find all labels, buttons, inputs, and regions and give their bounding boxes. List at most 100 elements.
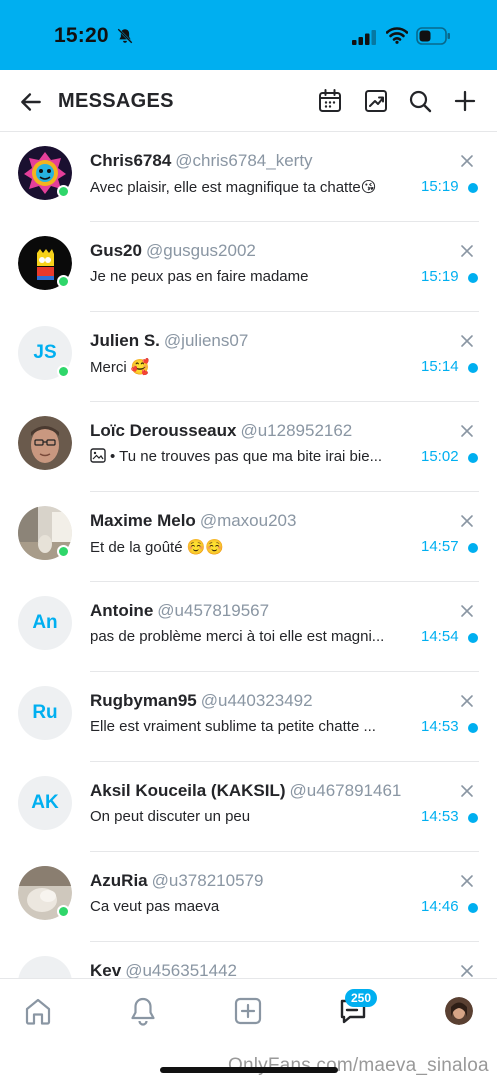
conversation-row[interactable]: Loïc Derousseaux @u128952162 • Tu ne trou… [0,402,497,492]
message-time: 15:02 [421,448,459,465]
statistics-chart-icon[interactable] [362,87,390,115]
message-preview: Merci 🥰 [90,359,150,376]
bell-off-icon [117,28,133,44]
add-post-icon[interactable] [232,995,264,1027]
online-indicator [57,185,70,198]
conversation-row[interactable]: AzuRia @u378210579 Ca veut pas maeva 14:4… [0,852,497,942]
unread-indicator [468,903,478,913]
name-line: AzuRia @u378210579 [90,871,450,891]
message-preview: Elle est vraiment sublime ta petite chat… [90,718,376,735]
home-indicator [160,1067,338,1073]
close-icon[interactable] [459,693,475,709]
message-time: 15:14 [421,358,459,375]
contact-handle: @u440323492 [200,691,313,710]
name-line: Aksil Kouceila (KAKSIL) @u467891461 [90,781,450,801]
message-preview: On peut discuter un peu [90,808,251,825]
contact-handle: @u378210579 [151,871,264,890]
page-title: MESSAGES [58,90,174,112]
name-line: Kev @u456351442 [90,961,450,978]
wifi-icon [386,27,408,44]
message-preview: Avec plaisir, elle est magnifique ta cha… [90,179,377,196]
notifications-bell-icon[interactable] [127,995,159,1027]
message-time: 14:53 [421,808,459,825]
message-preview: pas de problème merci à toi elle est mag… [90,628,385,645]
watermark: OnlyFans.com/maeva_sinaloa [228,1055,489,1076]
contact-name: Aksil Kouceila (KAKSIL) [90,781,286,800]
close-icon[interactable] [459,153,475,169]
close-icon[interactable] [459,243,475,259]
battery-icon [416,27,450,45]
conversation-row[interactable]: Maxime Melo @maxou203 Et de la goûté ☺️☺️… [0,492,497,582]
contact-name: Chris6784 [90,151,172,170]
unread-indicator [468,363,478,373]
contact-handle: @u467891461 [289,781,402,800]
message-preview-container: • Tu ne trouves pas que ma bite irai bie… [90,448,402,465]
avatar [18,956,72,978]
close-icon[interactable] [459,513,475,529]
message-preview: • Tu ne trouves pas que ma bite irai bie… [110,448,383,465]
search-icon[interactable] [406,87,434,115]
conversation-row[interactable]: Chris6784 @chris6784_kerty Avec plaisir, … [0,132,497,222]
close-icon[interactable] [459,423,475,439]
name-line: Chris6784 @chris6784_kerty [90,151,450,171]
home-icon[interactable] [22,995,54,1027]
signal-icon [352,30,376,45]
contact-name: Antoine [90,601,154,620]
unread-indicator [468,813,478,823]
avatar [18,416,72,470]
close-icon[interactable] [459,603,475,619]
contact-name: Loïc Derousseaux [90,421,237,440]
conversation-row[interactable]: Kev @u456351442 [0,942,497,978]
conversation-row[interactable]: JS Julien S. @juliens07 Merci 🥰 15:14 [0,312,497,402]
close-icon[interactable] [459,783,475,799]
message-time: 15:19 [421,178,459,195]
conversation-list[interactable]: Chris6784 @chris6784_kerty Avec plaisir, … [0,132,497,978]
message-preview: Et de la goûté ☺️☺️ [90,539,225,556]
conversation-row[interactable]: AK Aksil Kouceila (KAKSIL) @u467891461 On… [0,762,497,852]
message-preview: Je ne peux pas en faire madame [90,268,309,285]
message-preview: Ca veut pas maeva [90,898,220,915]
new-message-plus-icon[interactable] [451,87,479,115]
online-indicator [57,365,70,378]
conversation-row[interactable]: Gus20 @gusgus2002 Je ne peux pas en faire… [0,222,497,312]
avatar: AK [18,776,72,830]
unread-indicator [468,543,478,553]
contact-handle: @chris6784_kerty [175,151,313,170]
status-time: 15:20 [54,24,109,47]
contact-handle: @maxou203 [199,511,297,530]
contact-name: AzuRia [90,871,148,890]
contact-handle: @gusgus2002 [145,241,256,260]
name-line: Gus20 @gusgus2002 [90,241,450,261]
close-icon[interactable] [459,333,475,349]
contact-name: Julien S. [90,331,160,350]
conversation-row[interactable]: Ru Rugbyman95 @u440323492 Elle est vraime… [0,672,497,762]
unread-indicator [468,633,478,643]
contact-handle: @u456351442 [125,961,237,978]
name-line: Loïc Derousseaux @u128952162 [90,421,450,441]
image-attachment-icon [90,448,106,463]
message-time: 14:53 [421,718,459,735]
name-line: Maxime Melo @maxou203 [90,511,450,531]
contact-handle: @juliens07 [163,331,249,350]
messages-header: MESSAGES [0,70,497,132]
message-time: 15:19 [421,268,459,285]
name-line: Antoine @u457819567 [90,601,450,621]
profile-avatar[interactable] [445,997,473,1025]
close-icon[interactable] [459,873,475,889]
conversation-row[interactable]: An Antoine @u457819567 pas de problème me… [0,582,497,672]
online-indicator [57,905,70,918]
contact-handle: @u128952162 [240,421,353,440]
unread-indicator [468,453,478,463]
calendar-icon[interactable] [316,87,344,115]
back-arrow-icon[interactable] [18,89,44,115]
contact-name: Maxime Melo [90,511,196,530]
unread-indicator [468,183,478,193]
contact-name: Rugbyman95 [90,691,197,710]
close-icon[interactable] [459,963,475,978]
avatar: Ru [18,686,72,740]
online-indicator [57,275,70,288]
messages-count-badge: 250 [345,989,378,1007]
contact-handle: @u457819567 [157,601,270,620]
online-indicator [57,545,70,558]
unread-indicator [468,273,478,283]
